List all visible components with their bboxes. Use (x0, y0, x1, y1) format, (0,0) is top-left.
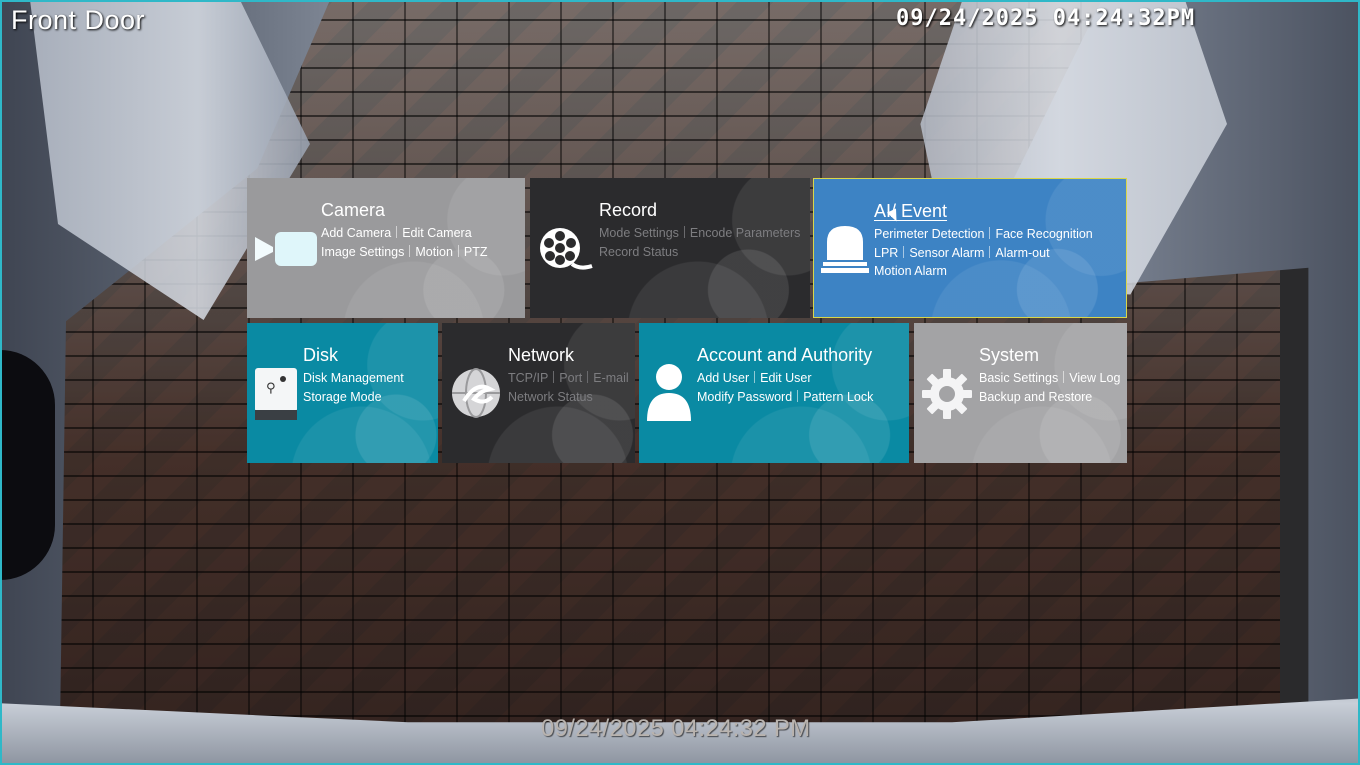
hard-disk-icon: ⚲ (255, 368, 297, 420)
link-separator (903, 245, 905, 258)
menu-link-modify-password[interactable]: Modify Password (697, 390, 792, 404)
link-row: Basic Settings View Log (979, 369, 1120, 388)
camera-name-label: Front Door (11, 5, 146, 35)
link-separator (989, 227, 991, 239)
menu-link-perimeter-detection[interactable]: Perimeter Detection (874, 227, 984, 241)
menu-link-view-log[interactable]: View Log (1069, 371, 1120, 385)
menu-tile-ai-event[interactable]: AI/ Event Perimeter Detection Face Recogn… (813, 178, 1127, 318)
links-ai-event: Perimeter Detection Face Recognition LPR Se… (874, 225, 1093, 281)
tile-title-system: System (979, 345, 1040, 365)
menu-link-disk-management[interactable]: Disk Management (303, 371, 404, 385)
menu-link-motion-alarm[interactable]: Motion Alarm (874, 264, 947, 278)
menu-tile-record[interactable]: Record Mode Settings Encode Parameters Rec… (530, 178, 810, 318)
link-row: TCP/IP Port E-mail (508, 369, 629, 388)
link-row: Add Camera Edit Camera (321, 224, 488, 243)
timestamp-bottom: 09/24/2025 04:24:32 PM (541, 715, 811, 742)
video-camera-icon (255, 232, 317, 266)
globe-network-icon (452, 368, 500, 418)
link-separator (587, 371, 589, 383)
link-separator (754, 371, 756, 383)
link-row: Backup and Restore (979, 388, 1120, 407)
menu-tile-account[interactable]: Account and Authority Add User Edit User M… (639, 323, 909, 463)
menu-link-image-settings[interactable]: Image Settings (321, 245, 404, 259)
link-separator (1063, 371, 1065, 383)
links-network: TCP/IP Port E-mail Network Status (508, 369, 629, 406)
tile-title-camera: Camera (321, 200, 386, 220)
dark-doorway (0, 350, 55, 580)
menu-link-backup-and-restore[interactable]: Backup and Restore (979, 390, 1092, 404)
link-row: Motion Alarm (874, 262, 1093, 281)
menu-link-basic-settings[interactable]: Basic Settings (979, 371, 1058, 385)
links-camera: Add Camera Edit Camera Image Settings Motio… (321, 224, 488, 261)
menu-link-mode-settings[interactable]: Mode Settings (599, 226, 679, 240)
menu-tile-disk[interactable]: ⚲ Disk Disk Management Storage Mode (247, 323, 438, 463)
links-record: Mode Settings Encode Parameters Record Sta… (599, 224, 800, 261)
menu-link-add-camera[interactable]: Add Camera (321, 226, 391, 240)
menu-link-record-status[interactable]: Record Status (599, 245, 678, 259)
tile-title-disk: Disk (303, 345, 338, 365)
menu-link-encode-parameters[interactable]: Encode Parameters (690, 226, 800, 240)
menu-tile-network[interactable]: Network TCP/IP Port E-mail Network Status (442, 323, 635, 463)
tile-title-network: Network (508, 345, 575, 365)
tile-title-account: Account and Authority (697, 345, 873, 365)
menu-link-tcp-ip[interactable]: TCP/IP (508, 371, 548, 385)
menu-link-face-recognition[interactable]: Face Recognition (995, 227, 1092, 241)
menu-link-alarm-out[interactable]: Alarm-out (995, 246, 1049, 260)
menu-link-ptz[interactable]: PTZ (464, 245, 488, 259)
menu-link-pattern-lock[interactable]: Pattern Lock (803, 390, 873, 404)
link-separator (457, 244, 459, 257)
menu-link-port[interactable]: Port (559, 371, 582, 385)
menu-tile-system[interactable]: System Basic Settings View Log Backup and … (914, 323, 1127, 463)
tile-title-record: Record (599, 200, 658, 220)
menu-link-edit-user[interactable]: Edit User (760, 371, 811, 385)
user-icon (647, 364, 691, 421)
link-row: Storage Mode (303, 388, 404, 407)
menu-tile-camera[interactable]: Camera Add Camera Edit Camera Image Settin… (247, 178, 525, 318)
menu-link-add-user[interactable]: Add User (697, 371, 749, 385)
link-separator (989, 245, 991, 258)
link-row: Modify Password Pattern Lock (697, 388, 873, 407)
links-disk: Disk Management Storage Mode (303, 369, 404, 406)
gear-icon (922, 369, 972, 419)
alarm-siren-icon (821, 226, 869, 273)
menu-link-storage-mode[interactable]: Storage Mode (303, 390, 382, 404)
link-row: Mode Settings Encode Parameters (599, 224, 800, 243)
svg-text:⚲: ⚲ (266, 381, 276, 396)
link-separator (797, 389, 799, 402)
link-row: LPR Sensor Alarm Alarm-out (874, 244, 1093, 263)
menu-link-motion[interactable]: Motion (415, 245, 453, 259)
link-row: Record Status (599, 243, 800, 262)
links-account: Add User Edit User Modify Password Pattern … (697, 369, 873, 406)
menu-link-edit-camera[interactable]: Edit Camera (402, 226, 471, 240)
link-separator (553, 371, 555, 383)
link-row: Disk Management (303, 369, 404, 388)
link-separator (409, 244, 411, 257)
link-row: Add User Edit User (697, 369, 873, 388)
menu-link-sensor-alarm[interactable]: Sensor Alarm (909, 246, 984, 260)
link-separator (396, 226, 398, 238)
menu-link-network-status[interactable]: Network Status (508, 390, 593, 404)
links-system: Basic Settings View Log Backup and Restore (979, 369, 1120, 406)
menu-link-e-mail[interactable]: E-mail (593, 371, 628, 385)
menu-link-lpr[interactable]: LPR (874, 246, 898, 260)
film-reel-icon (540, 228, 593, 270)
link-row: Image Settings Motion PTZ (321, 243, 488, 262)
link-row: Network Status (508, 388, 629, 407)
link-separator (683, 226, 685, 238)
timestamp-top: 09/24/2025 04:24:32PM (896, 6, 1196, 31)
link-row: Perimeter Detection Face Recognition (874, 225, 1093, 244)
tile-title-ai-event: AI/ Event (874, 201, 948, 221)
